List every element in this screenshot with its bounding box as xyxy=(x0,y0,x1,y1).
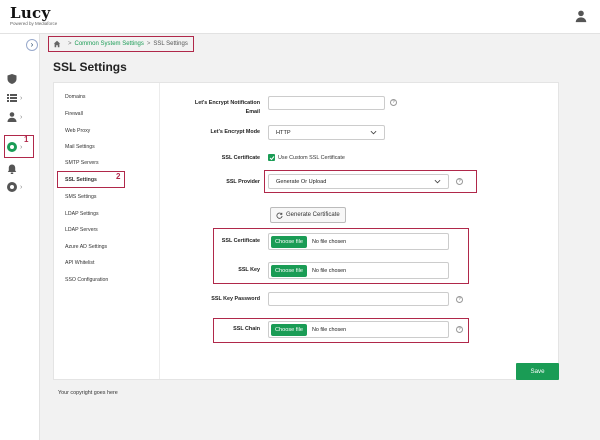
user-icon[interactable] xyxy=(574,9,588,23)
help-icon[interactable]: ? xyxy=(456,178,463,185)
ssl-provider-select[interactable]: Generate Or Upload xyxy=(268,174,449,189)
no-file-text: No file chosen xyxy=(312,267,347,274)
choose-file-button[interactable]: Choose file xyxy=(271,323,307,336)
app-logo: Lucy xyxy=(10,4,51,22)
chevron-right-icon: › xyxy=(20,113,23,121)
subnav-item-web-proxy[interactable]: Web Proxy xyxy=(65,128,90,134)
ssl-key-password-input[interactable] xyxy=(268,292,449,306)
ssl-key-label: SSL Key xyxy=(238,267,260,273)
sidebar-item-campaigns[interactable]: › xyxy=(6,91,32,105)
sidebar-item-support[interactable]: › xyxy=(6,180,32,194)
shield-icon xyxy=(7,74,17,84)
sidebar-item-security[interactable] xyxy=(6,72,32,86)
sidebar-item-notifications[interactable] xyxy=(6,162,32,176)
subnav-item-smtp-servers[interactable]: SMTP Servers xyxy=(65,160,99,166)
annotation-marker-2: 2 xyxy=(116,172,121,181)
ssl-provider-value: Generate Or Upload xyxy=(276,178,327,185)
le-email-input[interactable] xyxy=(268,96,385,110)
bell-icon xyxy=(7,164,17,174)
checkbox-checked-icon xyxy=(268,154,275,161)
le-mode-label: Let's Encrypt Mode xyxy=(210,129,260,135)
app-logo-subtitle: Powered by Mediaforce xyxy=(10,21,58,26)
refresh-icon xyxy=(276,212,283,219)
list-icon xyxy=(7,94,17,102)
subnav-item-domains[interactable]: Domains xyxy=(65,94,85,100)
ssl-key-file-input[interactable]: Choose file No file chosen xyxy=(268,262,449,279)
subnav-item-ldap-servers[interactable]: LDAP Servers xyxy=(65,227,98,233)
subnav-item-api-whitelist[interactable]: API Whitelist xyxy=(65,260,94,266)
settings-subnav: Domains Firewall Web Proxy Mail Settings… xyxy=(54,83,160,379)
ssl-chain-file-input[interactable]: Choose file No file chosen xyxy=(268,321,449,338)
no-file-text: No file chosen xyxy=(312,238,347,245)
ssl-key-password-label: SSL Key Password xyxy=(211,296,260,302)
sidebar-item-users[interactable]: › xyxy=(6,110,32,124)
breadcrumb-separator: > xyxy=(146,41,151,47)
breadcrumb-separator: > xyxy=(68,41,72,47)
le-email-label-line2: Email xyxy=(245,109,260,115)
choose-file-button[interactable]: Choose file xyxy=(271,235,307,248)
chevron-right-icon: › xyxy=(20,183,23,191)
custom-cert-checkbox[interactable]: Use Custom SSL Certificate xyxy=(268,154,345,161)
le-mode-value: HTTP xyxy=(276,129,291,136)
choose-file-button[interactable]: Choose file xyxy=(271,264,307,277)
subnav-item-sms-settings[interactable]: SMS Settings xyxy=(65,194,96,200)
sidebar-toggle-button[interactable]: › xyxy=(26,39,38,51)
ssl-cert-file-label: SSL Certificate xyxy=(221,238,260,244)
subnav-active-highlight xyxy=(57,171,125,188)
ssl-cert-file-input[interactable]: Choose file No file chosen xyxy=(268,233,449,250)
le-mode-select[interactable]: HTTP xyxy=(268,125,385,140)
sidebar-active-highlight xyxy=(4,135,34,158)
ssl-chain-label: SSL Chain xyxy=(233,326,260,332)
help-icon[interactable]: ? xyxy=(456,296,463,303)
ssl-provider-label: SSL Provider xyxy=(226,179,260,185)
subnav-item-firewall[interactable]: Firewall xyxy=(65,111,83,117)
help-icon[interactable]: ? xyxy=(456,326,463,333)
subnav-item-ldap-settings[interactable]: LDAP Settings xyxy=(65,211,99,217)
annotation-marker-1: 1 xyxy=(24,135,29,144)
breadcrumb: > Common System Settings > SSL Settings xyxy=(48,36,194,52)
chevron-down-icon xyxy=(370,130,377,135)
le-email-label-line1: Let's Encrypt Notification xyxy=(194,100,260,106)
subnav-item-azure-ad-settings[interactable]: Azure AD Settings xyxy=(65,244,107,250)
breadcrumb-link-common-settings[interactable]: Common System Settings xyxy=(75,41,144,47)
subnav-item-sso-configuration[interactable]: SSO Configuration xyxy=(65,277,108,283)
top-bar: Lucy Powered by Mediaforce xyxy=(0,0,600,34)
lifebuoy-icon xyxy=(7,182,17,192)
save-button[interactable]: Save xyxy=(516,363,559,380)
help-icon[interactable]: ? xyxy=(390,99,397,106)
home-icon[interactable] xyxy=(53,40,61,48)
chevron-down-icon xyxy=(434,179,441,184)
ssl-certificate-label: SSL Certificate xyxy=(221,155,260,161)
copyright-text: Your copyright goes here xyxy=(58,390,118,396)
subnav-item-mail-settings[interactable]: Mail Settings xyxy=(65,144,95,150)
generate-certificate-button[interactable]: Generate Certificate xyxy=(270,207,346,223)
breadcrumb-current: SSL Settings xyxy=(153,41,188,47)
custom-cert-label: Use Custom SSL Certificate xyxy=(278,154,345,161)
page-title: SSL Settings xyxy=(53,60,127,74)
generate-certificate-label: Generate Certificate xyxy=(286,212,340,218)
users-icon xyxy=(7,112,17,122)
chevron-right-icon: › xyxy=(20,94,23,102)
no-file-text: No file chosen xyxy=(312,326,347,333)
sidebar: › › › › 1 › xyxy=(0,34,40,440)
